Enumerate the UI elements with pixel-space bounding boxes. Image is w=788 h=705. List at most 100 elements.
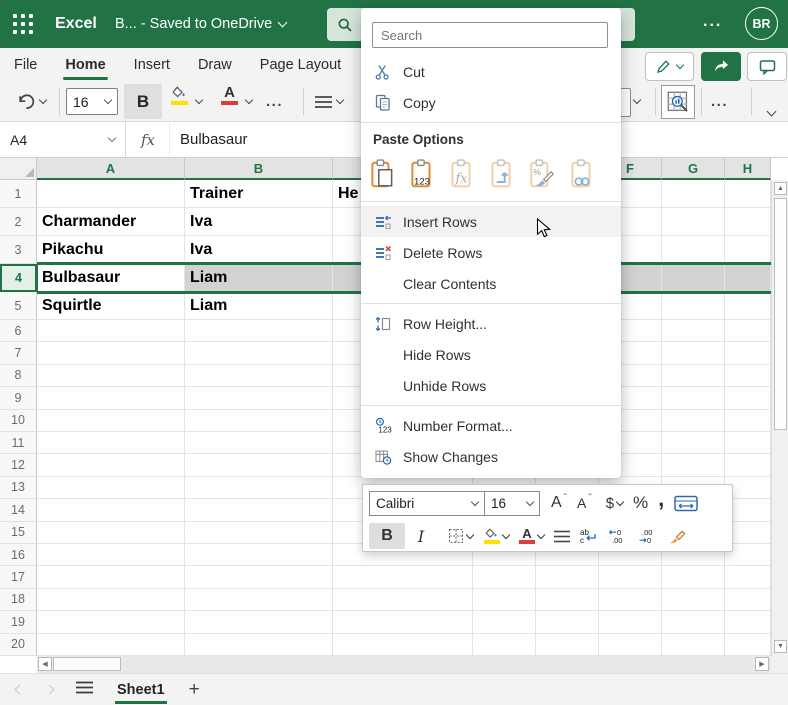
share-button[interactable]: [701, 52, 741, 81]
cell-D20[interactable]: [473, 634, 536, 656]
select-all-corner[interactable]: [0, 158, 37, 180]
document-title[interactable]: B... - Saved to OneDrive: [115, 0, 286, 48]
paste-formulas-button[interactable]: fx: [448, 156, 476, 192]
fill-color-dropdown[interactable]: [196, 81, 202, 122]
tab-home[interactable]: Home: [51, 48, 119, 81]
cell-H4[interactable]: [725, 264, 771, 292]
cell-B18[interactable]: [185, 589, 333, 611]
cell-B4[interactable]: Liam: [185, 264, 333, 292]
menu-item-copy[interactable]: Copy: [361, 87, 621, 118]
column-header-H[interactable]: H: [725, 158, 771, 180]
row-header-13[interactable]: 13: [0, 477, 37, 499]
cell-B10[interactable]: [185, 410, 333, 432]
scroll-left-button[interactable]: ◀: [38, 657, 52, 671]
cell-E20[interactable]: [536, 634, 599, 656]
vertical-scroll-thumb[interactable]: [774, 198, 787, 430]
cell-H17[interactable]: [725, 566, 771, 588]
cell-G1[interactable]: [662, 180, 725, 208]
autofit-button[interactable]: [669, 490, 703, 516]
editing-mode-button[interactable]: [645, 52, 694, 81]
cell-H2[interactable]: [725, 208, 771, 236]
column-header-A[interactable]: A: [37, 158, 185, 180]
cell-A20[interactable]: [37, 634, 185, 656]
cell-A7[interactable]: [37, 342, 185, 364]
cell-B20[interactable]: [185, 634, 333, 656]
cell-H3[interactable]: [725, 236, 771, 264]
menu-item-show-changes[interactable]: Show Changes: [361, 441, 621, 472]
tab-insert[interactable]: Insert: [120, 48, 184, 81]
cell-B5[interactable]: Liam: [185, 292, 333, 320]
cell-H7[interactable]: [725, 342, 771, 364]
menu-item-cut[interactable]: Cut: [361, 56, 621, 87]
analyze-data-button[interactable]: [661, 85, 695, 119]
format-painter-button[interactable]: [663, 523, 691, 549]
increase-decimal-button[interactable]: 0 .00: [603, 523, 633, 549]
cell-C19[interactable]: [333, 611, 473, 633]
row-header-12[interactable]: 12: [0, 454, 37, 476]
cell-H1[interactable]: [725, 180, 771, 208]
cell-B17[interactable]: [185, 566, 333, 588]
cell-E17[interactable]: [536, 566, 599, 588]
row-header-5[interactable]: 5: [0, 292, 37, 320]
cell-C18[interactable]: [333, 589, 473, 611]
cell-B3[interactable]: Iva: [185, 236, 333, 264]
borders-button[interactable]: [443, 523, 478, 549]
fill-color-button[interactable]: [170, 86, 188, 118]
cell-B14[interactable]: [185, 499, 333, 521]
cell-H8[interactable]: [725, 365, 771, 387]
add-sheet-button[interactable]: +: [189, 679, 200, 701]
paste-transpose-button[interactable]: [488, 156, 516, 192]
column-header-G[interactable]: G: [662, 158, 725, 180]
cell-D18[interactable]: [473, 589, 536, 611]
all-sheets-button[interactable]: [76, 681, 93, 699]
tab-page-layout[interactable]: Page Layout: [246, 48, 355, 81]
cell-D17[interactable]: [473, 566, 536, 588]
scroll-down-button[interactable]: ▼: [774, 640, 787, 653]
number-format-dropdown[interactable]: [634, 81, 640, 122]
fill-color-button-mini[interactable]: [478, 523, 514, 549]
menu-item-row-height[interactable]: Row Height...: [361, 308, 621, 339]
ribbon-overflow-button[interactable]: ...: [711, 81, 728, 122]
paste-button[interactable]: [368, 156, 396, 192]
cell-A6[interactable]: [37, 320, 185, 342]
cell-G4[interactable]: [662, 264, 725, 292]
cell-H6[interactable]: [725, 320, 771, 342]
previous-sheet-button[interactable]: [12, 683, 26, 697]
cell-E19[interactable]: [536, 611, 599, 633]
context-menu-search[interactable]: [372, 22, 608, 48]
cell-A11[interactable]: [37, 432, 185, 454]
cell-G20[interactable]: [662, 634, 725, 656]
cell-G2[interactable]: [662, 208, 725, 236]
formula-input[interactable]: Bulbasaur: [180, 122, 248, 157]
row-header-18[interactable]: 18: [0, 589, 37, 611]
cell-A13[interactable]: [37, 477, 185, 499]
cell-H11[interactable]: [725, 432, 771, 454]
shrink-font-button[interactable]: Aˇ: [572, 490, 597, 516]
cell-A16[interactable]: [37, 544, 185, 566]
cell-G3[interactable]: [662, 236, 725, 264]
cell-E18[interactable]: [536, 589, 599, 611]
font-color-dropdown[interactable]: [246, 81, 252, 122]
cell-A4[interactable]: Bulbasaur: [37, 264, 185, 292]
cell-H12[interactable]: [725, 454, 771, 476]
decrease-decimal-button[interactable]: .00 0: [633, 523, 663, 549]
vertical-scrollbar[interactable]: ▲ ▼: [771, 180, 788, 656]
avatar[interactable]: BR: [745, 7, 778, 40]
cell-G18[interactable]: [662, 589, 725, 611]
row-header-14[interactable]: 14: [0, 499, 37, 521]
cell-G9[interactable]: [662, 387, 725, 409]
cell-G10[interactable]: [662, 410, 725, 432]
cell-H18[interactable]: [725, 589, 771, 611]
header-more-button[interactable]: ...: [703, 0, 722, 44]
cell-B2[interactable]: Iva: [185, 208, 333, 236]
cell-A1[interactable]: [37, 180, 185, 208]
scroll-up-button[interactable]: ▲: [774, 182, 787, 195]
cell-B13[interactable]: [185, 477, 333, 499]
cell-A19[interactable]: [37, 611, 185, 633]
cell-A18[interactable]: [37, 589, 185, 611]
cell-H5[interactable]: [725, 292, 771, 320]
row-header-7[interactable]: 7: [0, 342, 37, 364]
cell-A2[interactable]: Charmander: [37, 208, 185, 236]
scroll-right-button[interactable]: ▶: [755, 657, 769, 671]
cell-H20[interactable]: [725, 634, 771, 656]
